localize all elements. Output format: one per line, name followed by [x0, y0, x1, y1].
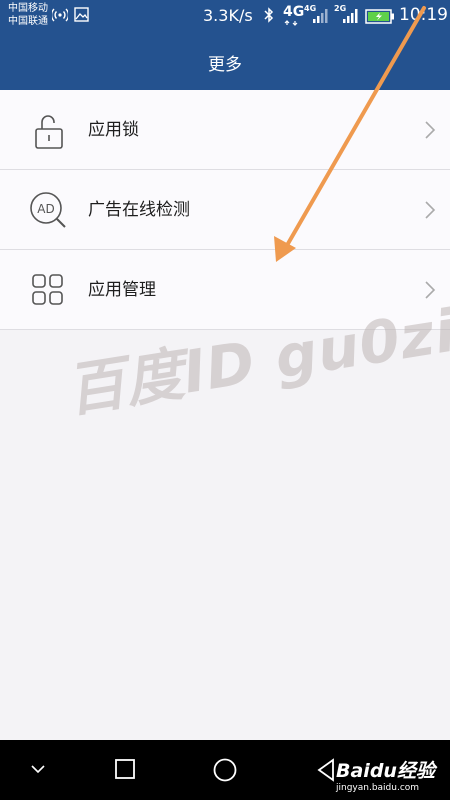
menu-item-ad-detection[interactable]: AD 广告在线检测	[0, 170, 450, 250]
bluetooth-icon	[264, 7, 274, 23]
baidu-site: jingyan.baidu.com	[336, 783, 420, 793]
svg-text:AD: AD	[37, 202, 54, 216]
app-header: 中国移动 中国联通 3.3K/s 4G 4G 2G 10:19 更多	[0, 0, 450, 90]
network-4g-label: 4G	[283, 4, 305, 20]
status-clock: 10:19	[399, 5, 448, 25]
chevron-down-icon[interactable]	[30, 764, 46, 774]
carrier-2: 中国联通	[8, 16, 48, 27]
chevron-right-icon	[425, 201, 436, 219]
menu-item-label: 应用锁	[88, 120, 139, 140]
carrier-1: 中国移动	[8, 3, 48, 14]
grid-apps-icon	[32, 274, 63, 305]
image-icon	[74, 7, 89, 22]
signal-1-icon	[313, 9, 328, 23]
menu-item-label: 应用管理	[88, 280, 156, 300]
status-bar: 中国移动 中国联通 3.3K/s 4G 4G 2G 10:19	[0, 0, 450, 33]
ad-search-icon: AD	[30, 192, 66, 228]
back-button[interactable]	[316, 758, 336, 782]
carrier-labels: 中国移动 中国联通	[8, 2, 48, 28]
data-activity-icon	[284, 20, 298, 26]
battery-icon	[365, 9, 394, 24]
lock-icon	[35, 115, 63, 149]
baidu-logo: Baidu经验	[336, 760, 435, 782]
chevron-right-icon	[425, 121, 436, 139]
menu-item-label: 广告在线检测	[88, 200, 190, 220]
page-title: 更多	[208, 55, 242, 75]
net-speed: 3.3K/s	[203, 6, 253, 25]
signal-2-icon	[343, 9, 358, 23]
hotspot-icon	[52, 8, 68, 22]
recent-apps-button[interactable]	[114, 758, 136, 780]
home-button[interactable]	[212, 757, 238, 783]
menu-item-app-lock[interactable]: 应用锁	[0, 90, 450, 170]
